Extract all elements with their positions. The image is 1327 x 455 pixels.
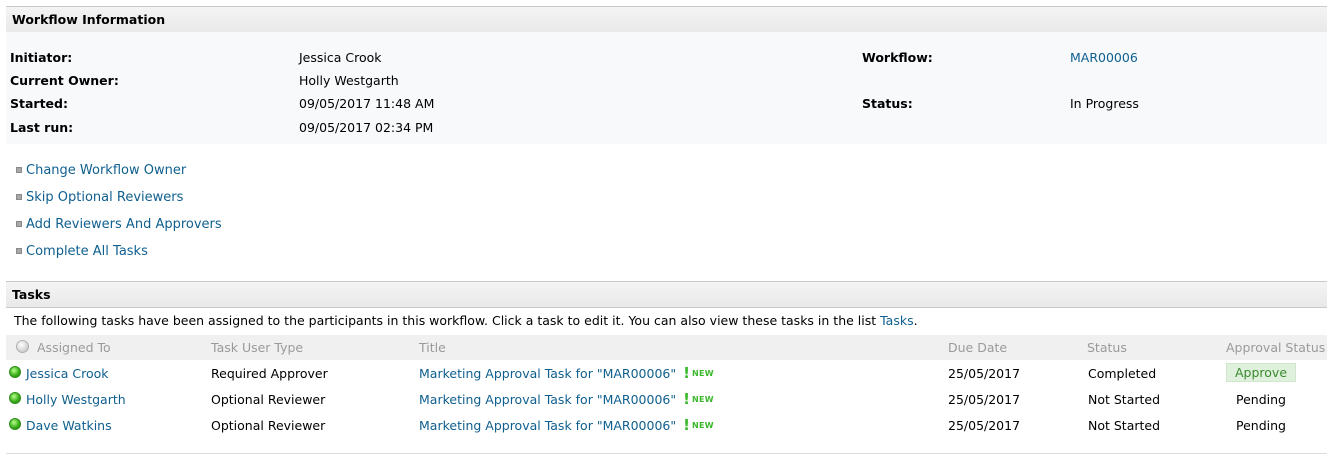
table-row[interactable]: Dave Watkins Optional Reviewer Marketing… <box>6 412 1327 438</box>
assigned-to-link[interactable]: Dave Watkins <box>26 418 112 433</box>
initiator-value: Jessica Crook <box>299 50 382 65</box>
task-title-link[interactable]: Marketing Approval Task for "MAR00006" <box>419 366 676 381</box>
workflow-label: Workflow: <box>862 50 933 65</box>
action-add-reviewers-approvers[interactable]: Add Reviewers And Approvers <box>16 215 222 233</box>
task-user-type: Optional Reviewer <box>211 418 326 433</box>
started-value: 09/05/2017 11:48 AM <box>299 96 435 111</box>
new-label: NEW <box>691 420 714 430</box>
due-date: 25/05/2017 <box>948 418 1021 433</box>
task-status: Completed <box>1088 366 1157 381</box>
tasks-list-link[interactable]: Tasks <box>880 313 914 328</box>
task-user-type: Optional Reviewer <box>211 392 326 407</box>
task-user-type: Required Approver <box>211 366 328 381</box>
approval-status-approve: Approve <box>1226 363 1296 382</box>
workflow-info-title: Workflow Information <box>12 12 166 27</box>
table-row[interactable]: Jessica Crook Required Approver Marketin… <box>6 360 1327 386</box>
task-status: Not Started <box>1088 392 1161 407</box>
assigned-to-link[interactable]: Jessica Crook <box>26 366 109 381</box>
new-badge: ! NEW <box>683 416 714 434</box>
exclamation-icon: ! <box>683 390 690 408</box>
column-assigned-to[interactable]: Assigned To <box>37 340 111 355</box>
current-owner-value: Holly Westgarth <box>299 73 399 88</box>
initiator-label: Initiator: <box>10 50 73 65</box>
task-status: Not Started <box>1088 418 1161 433</box>
due-date: 25/05/2017 <box>948 366 1021 381</box>
exclamation-icon: ! <box>683 364 690 382</box>
approval-status-pending: Pending <box>1236 418 1286 433</box>
tasks-intro: The following tasks have been assigned t… <box>14 313 918 328</box>
workflow-info-panel <box>6 32 1327 144</box>
bullet-icon <box>16 248 22 254</box>
tasks-intro-text: The following tasks have been assigned t… <box>14 313 881 328</box>
action-change-workflow-owner[interactable]: Change Workflow Owner <box>16 161 186 179</box>
workflow-info-header: Workflow Information <box>6 6 1327 33</box>
column-title[interactable]: Title <box>419 340 446 355</box>
last-run-label: Last run: <box>10 120 74 135</box>
tasks-intro-end: . <box>913 313 918 328</box>
exclamation-icon: ! <box>683 416 690 434</box>
action-skip-optional-reviewers[interactable]: Skip Optional Reviewers <box>16 188 183 206</box>
skip-optional-reviewers-link[interactable]: Skip Optional Reviewers <box>26 190 183 205</box>
table-row[interactable]: Holly Westgarth Optional Reviewer Market… <box>6 386 1327 412</box>
presence-online-icon <box>9 366 21 378</box>
task-title-cell: Marketing Approval Task for "MAR00006"! N… <box>419 416 714 434</box>
complete-all-tasks-link[interactable]: Complete All Tasks <box>26 244 148 259</box>
new-label: NEW <box>691 394 714 404</box>
presence-online-icon <box>9 392 21 404</box>
status-value: In Progress <box>1070 96 1139 111</box>
task-title-cell: Marketing Approval Task for "MAR00006"! N… <box>419 390 714 408</box>
bullet-icon <box>16 221 22 227</box>
status-label: Status: <box>862 96 913 111</box>
tasks-header: Tasks <box>6 281 1327 308</box>
current-owner-label: Current Owner: <box>10 73 119 88</box>
presence-online-icon <box>9 418 21 430</box>
select-all-radio-icon[interactable] <box>16 340 29 353</box>
last-run-value: 09/05/2017 02:34 PM <box>299 120 434 135</box>
task-title-link[interactable]: Marketing Approval Task for "MAR00006" <box>419 418 676 433</box>
bullet-icon <box>16 167 22 173</box>
task-title-link[interactable]: Marketing Approval Task for "MAR00006" <box>419 392 676 407</box>
column-due-date[interactable]: Due Date <box>948 340 1007 355</box>
new-label: NEW <box>691 368 714 378</box>
task-title-cell: Marketing Approval Task for "MAR00006"! N… <box>419 364 714 382</box>
started-label: Started: <box>10 96 68 111</box>
action-complete-all-tasks[interactable]: Complete All Tasks <box>16 242 148 260</box>
column-approval-status[interactable]: Approval Status <box>1226 340 1325 355</box>
approval-status-pending: Pending <box>1236 392 1286 407</box>
new-badge: ! NEW <box>683 364 714 382</box>
new-badge: ! NEW <box>683 390 714 408</box>
tasks-title: Tasks <box>12 287 51 302</box>
bullet-icon <box>16 194 22 200</box>
column-status[interactable]: Status <box>1087 340 1127 355</box>
table-bottom-divider <box>6 453 1327 454</box>
assigned-to-link[interactable]: Holly Westgarth <box>26 392 126 407</box>
add-reviewers-approvers-link[interactable]: Add Reviewers And Approvers <box>26 217 222 232</box>
workflow-link[interactable]: MAR00006 <box>1070 50 1138 65</box>
change-workflow-owner-link[interactable]: Change Workflow Owner <box>26 163 186 178</box>
column-task-user-type[interactable]: Task User Type <box>211 340 303 355</box>
tasks-table-header: Assigned To Task User Type Title Due Dat… <box>6 335 1327 360</box>
due-date: 25/05/2017 <box>948 392 1021 407</box>
